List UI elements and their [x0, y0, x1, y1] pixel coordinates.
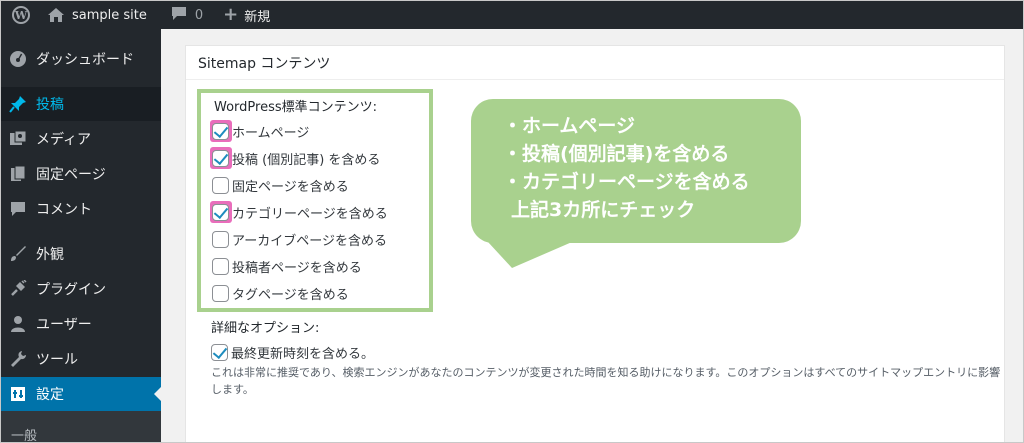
- sidebar-item-users[interactable]: ユーザー: [1, 307, 161, 341]
- settings-icon: [8, 384, 28, 404]
- brush-icon: [8, 244, 28, 264]
- sidebar-item-label: ユーザー: [36, 317, 92, 333]
- checkbox-label: 投稿 (個別記事) を含める: [232, 152, 381, 168]
- categories-checkbox[interactable]: [211, 203, 229, 221]
- highlight-marker: [210, 120, 232, 142]
- sidebar-item-media[interactable]: メディア: [1, 122, 161, 156]
- comment-count: 0: [194, 7, 204, 23]
- screenshot-frame: W sample site 0 + 新規 ダッシュボード 投稿 メディア 固定ペ…: [0, 0, 1024, 443]
- site-name-label: sample site: [72, 7, 147, 23]
- wrench-icon: [8, 349, 28, 369]
- standard-content-heading: WordPress標準コンテンツ:: [214, 100, 378, 115]
- sidebar-item-comments[interactable]: コメント: [1, 192, 161, 226]
- checkbox-label: アーカイブページを含める: [232, 233, 387, 249]
- sidebar-item-label: 固定ページ: [36, 167, 106, 183]
- callout-tail: [488, 242, 572, 268]
- checkbox-wrap: [210, 228, 232, 250]
- wordpress-logo-button[interactable]: W: [7, 1, 35, 29]
- checkbox-label: 固定ページを含める: [232, 179, 349, 195]
- authors-checkbox[interactable]: [211, 257, 229, 275]
- checkbox-label: カテゴリーページを含める: [232, 206, 388, 222]
- homepage-checkbox[interactable]: [211, 122, 229, 140]
- wordpress-icon: W: [12, 6, 30, 24]
- callout-line: 上記3カ所にチェック: [511, 199, 696, 221]
- checkbox-wrap: [209, 341, 231, 363]
- admin-bar: W sample site 0 + 新規: [1, 1, 1023, 29]
- checkbox-row-tags[interactable]: タグページを含める: [210, 282, 349, 304]
- checkbox-row-categories[interactable]: カテゴリーページを含める: [210, 201, 388, 223]
- checkbox-label: 最終更新時刻を含める。: [231, 346, 375, 362]
- checkbox-row-posts[interactable]: 投稿 (個別記事) を含める: [210, 147, 380, 169]
- highlight-marker: [210, 147, 232, 169]
- new-content-label: 新規: [244, 9, 271, 25]
- lastmod-checkbox[interactable]: [210, 343, 228, 361]
- comment-icon: [8, 199, 28, 219]
- sidebar-item-label: メディア: [36, 132, 92, 148]
- checkbox-row-archives[interactable]: アーカイブページを含める: [210, 228, 387, 250]
- dashboard-icon: [8, 49, 28, 69]
- checkbox-label: 投稿者ページを含める: [232, 260, 362, 276]
- callout-line: ・ホームページ: [503, 115, 636, 137]
- checkbox-wrap: [210, 255, 232, 277]
- sidebar-item-plugins[interactable]: プラグイン: [1, 272, 161, 306]
- highlight-marker: [210, 201, 232, 223]
- media-icon: [8, 129, 28, 149]
- home-icon: [47, 7, 65, 23]
- sidebar-submenu-general[interactable]: 一般: [1, 411, 161, 442]
- checkbox-row-lastmod[interactable]: 最終更新時刻を含める。: [209, 341, 374, 363]
- checkbox-row-authors[interactable]: 投稿者ページを含める: [210, 255, 362, 277]
- checkbox-wrap: [210, 174, 232, 196]
- user-icon: [8, 314, 28, 334]
- sidebar-item-label: ツール: [36, 352, 78, 368]
- checkbox-label: ホームページ: [232, 125, 310, 141]
- checkbox-label: タグページを含める: [232, 287, 349, 303]
- comment-bubble-icon: [171, 5, 187, 25]
- sidebar-item-label: コメント: [36, 202, 92, 218]
- sidebar-item-dashboard[interactable]: ダッシュボード: [1, 42, 161, 76]
- plus-icon: +: [223, 4, 239, 25]
- advanced-option-description: これは非常に推奨であり、検索エンジンがあなたのコンテンツが変更された時間を知る助…: [211, 366, 1001, 396]
- callout-line: ・投稿(個別記事)を含める: [503, 143, 730, 165]
- sidebar-item-pages[interactable]: 固定ページ: [1, 157, 161, 191]
- posts-checkbox[interactable]: [211, 149, 229, 167]
- sidebar-item-appearance[interactable]: 外観: [1, 237, 161, 271]
- site-name-link[interactable]: sample site: [35, 1, 147, 29]
- sidebar-item-label: 投稿: [36, 97, 64, 113]
- callout-line: ・カテゴリーページを含める: [503, 171, 750, 193]
- pin-icon: [8, 94, 28, 114]
- page-icon: [8, 164, 28, 184]
- main-content: Sitemap コンテンツ WordPress標準コンテンツ: ホームページ 投…: [161, 29, 1023, 442]
- checkbox-row-homepage[interactable]: ホームページ: [210, 120, 309, 142]
- admin-sidebar: ダッシュボード 投稿 メディア 固定ページ コメント 外観 プラグイン ユーザー…: [1, 29, 162, 442]
- archives-checkbox[interactable]: [211, 230, 229, 248]
- sidebar-item-label: プラグイン: [36, 282, 106, 298]
- sidebar-item-posts[interactable]: 投稿: [1, 87, 161, 121]
- sitemap-content-postbox: Sitemap コンテンツ WordPress標準コンテンツ: ホームページ 投…: [185, 45, 1005, 442]
- postbox-title: Sitemap コンテンツ: [186, 46, 1004, 80]
- sidebar-item-tools[interactable]: ツール: [1, 342, 161, 376]
- checkbox-row-pages[interactable]: 固定ページを含める: [210, 174, 349, 196]
- new-content-link[interactable]: + 新規: [203, 1, 270, 29]
- sidebar-item-label: 設定: [36, 387, 64, 403]
- plugin-icon: [8, 279, 28, 299]
- sidebar-item-label: ダッシュボード: [36, 52, 134, 68]
- sidebar-item-label: 外観: [36, 247, 64, 263]
- annotation-callout: ・ホームページ ・投稿(個別記事)を含める ・カテゴリーページを含める 上記3カ…: [471, 99, 801, 243]
- tags-checkbox[interactable]: [211, 284, 229, 302]
- pages-checkbox[interactable]: [211, 176, 229, 194]
- checkbox-wrap: [210, 282, 232, 304]
- advanced-options-heading: 詳細なオプション:: [211, 321, 320, 336]
- standard-content-group: WordPress標準コンテンツ: ホームページ 投稿 (個別記事) を含める …: [197, 89, 433, 312]
- sidebar-item-settings[interactable]: 設定: [1, 377, 162, 411]
- comments-link[interactable]: 0: [147, 1, 203, 29]
